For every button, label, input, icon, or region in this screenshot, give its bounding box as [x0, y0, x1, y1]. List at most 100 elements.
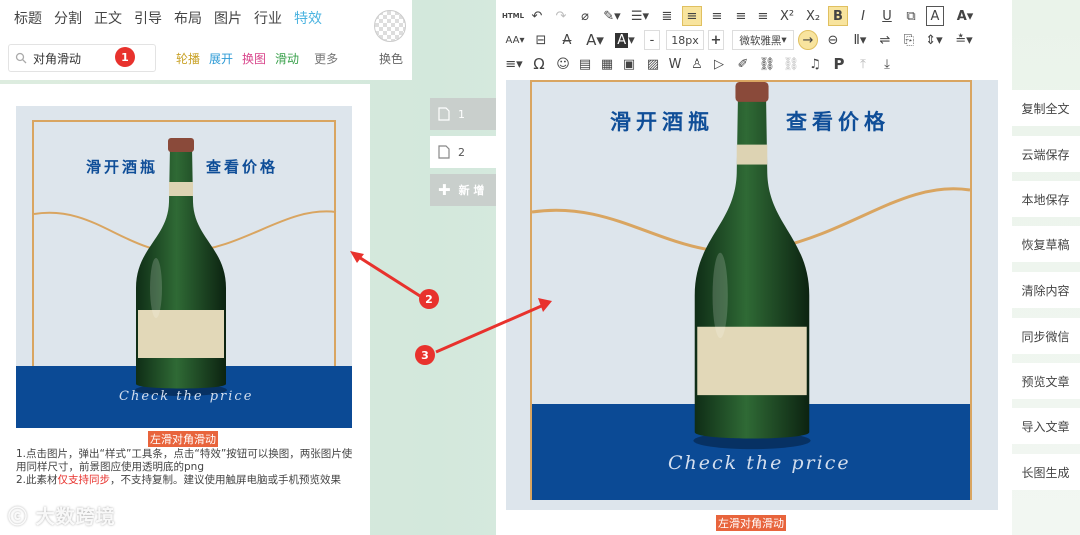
align-justify-icon[interactable]: ≡ [754, 6, 772, 26]
step-badge-2: 2 [419, 289, 439, 309]
font-color-icon[interactable]: A▾ [582, 30, 608, 50]
sync-wechat-button[interactable]: 同步微信 [1011, 318, 1080, 354]
restore-draft-button[interactable]: 恢复草稿 [1011, 226, 1080, 262]
tab-image[interactable]: 图片 [214, 8, 242, 28]
instructions-text: ，不支持复制。建议使用触屏电脑或手机预览效果 [110, 474, 342, 486]
row-spacing-icon[interactable]: ⇕▾ [922, 30, 946, 50]
template-caption: 左滑对角滑动 [148, 431, 218, 447]
subtab-expand[interactable]: 展开 [209, 50, 233, 67]
copy-all-button[interactable]: 复制全文 [1011, 90, 1080, 126]
strikethrough-icon[interactable]: ⊟ [532, 30, 550, 50]
template-instructions: 1.点击图片，弹出“样式”工具条，点击“特效”按钮可以换图，两张图片使用同样尺寸… [16, 448, 356, 487]
align-left-icon[interactable]: ≡ [682, 6, 702, 26]
quote-icon[interactable]: ⧉ [902, 6, 920, 26]
font-family-select[interactable]: 微软雅黑 ▾ [732, 30, 794, 50]
tab-guide[interactable]: 引导 [134, 8, 162, 28]
font-size-field[interactable]: 18px [666, 30, 704, 50]
emoji-icon[interactable]: ☺ [554, 54, 572, 74]
image-icon[interactable]: ▣ [620, 54, 638, 74]
unlink-icon[interactable]: ⛓ [782, 54, 800, 74]
search-value: 对角滑动 [33, 51, 82, 66]
wine-bottle-image [135, 138, 227, 396]
plus-icon: ✚ [438, 181, 451, 199]
tab-title[interactable]: 标题 [14, 8, 42, 28]
transparent-color-swatch[interactable] [374, 10, 406, 42]
template-poster[interactable]: 滑开酒瓶 查看价格 Check the price [16, 106, 352, 428]
paragraph-p-icon[interactable]: P [830, 54, 848, 74]
long-image-button[interactable]: 长图生成 [1011, 454, 1080, 490]
step-badge-1: 1 [115, 47, 135, 67]
undo-icon[interactable]: ↶ [528, 6, 546, 26]
tab-layout[interactable]: 布局 [174, 8, 202, 28]
music-icon[interactable]: ♫ [806, 54, 824, 74]
page-item-2[interactable]: 2 [430, 136, 496, 168]
bold-icon[interactable]: B [828, 6, 848, 26]
page-list: 1 2 ✚ 新 增 [430, 98, 496, 212]
font-size-decrease[interactable]: - [644, 30, 660, 50]
align-right-icon[interactable]: ≡ [732, 6, 750, 26]
search-icon [15, 52, 27, 64]
preview-article-button[interactable]: 预览文章 [1011, 363, 1080, 399]
table-icon[interactable]: ▦ [598, 54, 616, 74]
add-page-label: 新 增 [458, 184, 485, 197]
import-article-button[interactable]: 导入文章 [1011, 408, 1080, 444]
tab-body[interactable]: 正文 [94, 8, 122, 28]
list-icon[interactable]: ☰▾ [628, 6, 652, 26]
paragraph-icon[interactable]: ⇌ [876, 30, 894, 50]
format-painter-icon[interactable]: ✎▾ [600, 6, 624, 26]
background-color-icon[interactable]: A ▾ [612, 30, 638, 50]
clear-format-icon[interactable]: ⌀ [576, 6, 594, 26]
forward-icon[interactable]: → [798, 30, 818, 50]
swap-color-label[interactable]: 换色 [379, 50, 403, 67]
font-size-increase[interactable]: + [708, 30, 724, 50]
video-icon[interactable]: ▷ [710, 54, 728, 74]
tab-effects[interactable]: 特效 [294, 8, 322, 28]
template-icon[interactable]: ▤ [576, 54, 594, 74]
subtab-slide[interactable]: 滑动 [275, 50, 299, 67]
add-page-button[interactable]: ✚ 新 增 [430, 174, 496, 206]
omega-icon[interactable]: Ω [530, 54, 548, 74]
copy-format-icon[interactable]: ⎘ [900, 30, 918, 50]
category-tabs: 标题 分割 正文 引导 布局 图片 行业 特效 [14, 8, 322, 28]
italic-icon[interactable]: I [854, 6, 872, 26]
stamp-icon[interactable]: ♙ [688, 54, 706, 74]
border-text-icon[interactable]: A [926, 6, 944, 26]
line-height-icon[interactable]: Ⅱ▾ [848, 30, 872, 50]
editor-toolbar: HTML ↶ ↷ ⌀ ✎▾ ☰▾ ≣ ≡ ≡ ≡ ≡ X² X₂ B I U ⧉… [496, 0, 1012, 78]
subtab-swap-image[interactable]: 换图 [242, 50, 266, 67]
subscript-button[interactable]: X₂ [802, 6, 824, 26]
subtab-carousel[interactable]: 轮播 [176, 50, 200, 67]
letter-spacing-icon[interactable]: AA▾ [502, 30, 528, 50]
word-icon[interactable]: W [666, 54, 684, 74]
download-icon[interactable]: ⤓ [878, 54, 896, 74]
superscript-button[interactable]: X² [776, 6, 798, 26]
poster-cta-text: Check the price [668, 452, 851, 474]
editor-poster[interactable]: 滑开酒瓶 查看价格 Check the price [506, 80, 998, 510]
paragraph-spacing-icon[interactable]: ≛▾ [952, 30, 976, 50]
link-icon[interactable]: ⛓ [758, 54, 776, 74]
cloud-save-button[interactable]: 云端保存 [1011, 136, 1080, 172]
horizontal-rule-icon[interactable]: ≡▾ [502, 54, 526, 74]
page-item-1[interactable]: 1 [430, 98, 496, 130]
document-icon [438, 107, 450, 121]
subtab-more[interactable]: 更多 [314, 50, 338, 67]
indent-icon[interactable]: ≣ [658, 6, 676, 26]
brush-icon[interactable]: ✐ [734, 54, 752, 74]
upload-icon[interactable]: ⤒ [854, 54, 872, 74]
page-number: 1 [458, 107, 465, 121]
page-number: 2 [458, 145, 465, 159]
clear-content-button[interactable]: 清除内容 [1011, 272, 1080, 308]
html-source-button[interactable]: HTML [502, 6, 524, 26]
tab-industry[interactable]: 行业 [254, 8, 282, 28]
redo-icon[interactable]: ↷ [552, 6, 570, 26]
local-save-button[interactable]: 本地保存 [1011, 181, 1080, 217]
pattern-icon[interactable]: ▨ [644, 54, 662, 74]
step-badge-3: 3 [415, 345, 435, 365]
editor-canvas[interactable]: 滑开酒瓶 查看价格 Check the price [506, 80, 998, 510]
font-effect-icon[interactable]: A▾ [952, 6, 978, 26]
font-strike-icon[interactable]: A [558, 30, 576, 50]
align-center-icon[interactable]: ≡ [708, 6, 726, 26]
underline-icon[interactable]: U [878, 6, 896, 26]
tab-divider[interactable]: 分割 [54, 8, 82, 28]
back-icon[interactable]: ⊖ [824, 30, 842, 50]
